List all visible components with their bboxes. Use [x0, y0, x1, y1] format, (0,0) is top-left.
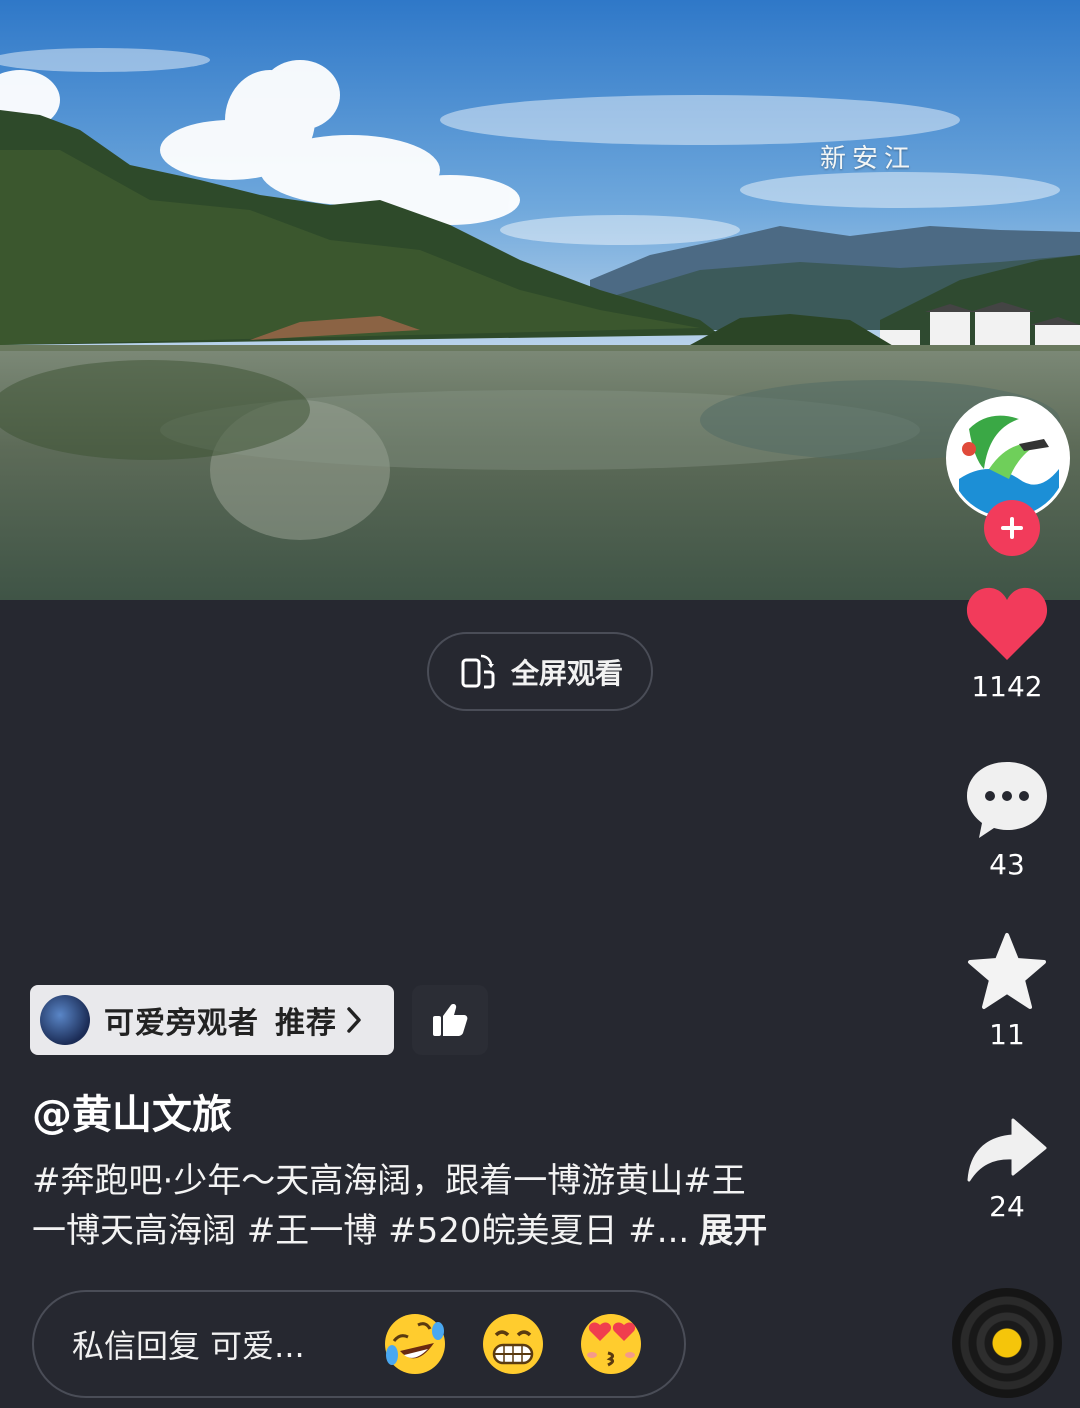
author-avatar-wrapper [946, 396, 1070, 556]
recommend-like-button[interactable] [412, 985, 488, 1055]
expand-button[interactable]: 展开 [699, 1211, 767, 1251]
grin-emoji[interactable] [480, 1311, 546, 1377]
share-button[interactable]: 24 [940, 1116, 1074, 1223]
rolling-laugh-emoji[interactable] [382, 1311, 448, 1377]
plus-icon [1001, 517, 1023, 539]
description-line-2-wrap: 一博天高海阔 #王一博 #520皖美夏日 #... 展开 [32, 1206, 852, 1256]
private-reply-box[interactable]: 私信回复 可爱... [32, 1290, 686, 1398]
comment-bubble-icon [967, 762, 1047, 838]
fullscreen-button[interactable]: 全屏观看 [427, 632, 653, 711]
reply-placeholder[interactable]: 私信回复 可爱... [72, 1321, 350, 1367]
thumbs-up-icon [433, 1004, 468, 1036]
chevron-right-icon [347, 1007, 361, 1033]
video-player[interactable]: 新安江 [0, 0, 1080, 600]
like-count: 1142 [971, 670, 1043, 703]
author-name[interactable]: @黄山文旅 [32, 1082, 232, 1140]
recommend-chip[interactable]: 可爱旁观者 推荐 [30, 985, 394, 1055]
share-count: 24 [989, 1190, 1025, 1223]
description-line-2: 一博天高海阔 #王一博 #520皖美夏日 #... [32, 1211, 690, 1251]
rotate-phone-icon [461, 654, 495, 688]
follow-button[interactable] [984, 500, 1040, 556]
like-button[interactable]: 1142 [940, 586, 1074, 703]
star-icon [968, 933, 1046, 1009]
side-action-rail: 1142 43 11 24 [940, 390, 1074, 1400]
post-description: #奔跑吧·少年～天高海阔，跟着一博游黄山#王 一博天高海阔 #王一博 #520皖… [32, 1156, 852, 1256]
landscape-video-frame [0, 0, 1080, 600]
fullscreen-label: 全屏观看 [510, 656, 623, 690]
comment-button[interactable]: 43 [940, 758, 1074, 881]
video-caption: 新安江 [820, 144, 917, 174]
recommender-avatar [40, 995, 90, 1045]
heart-eyes-kiss-emoji[interactable] [578, 1311, 644, 1377]
music-disc-icon[interactable] [952, 1288, 1062, 1398]
comment-count: 43 [989, 848, 1025, 881]
favorite-count: 11 [989, 1018, 1025, 1051]
share-arrow-icon [967, 1118, 1047, 1182]
recommend-label: 推荐 [275, 1006, 337, 1041]
description-line-1: #奔跑吧·少年～天高海阔，跟着一博游黄山#王 [32, 1161, 746, 1201]
recommender-name: 可爱旁观者 [104, 1006, 259, 1041]
favorite-button[interactable]: 11 [940, 932, 1074, 1051]
heart-icon [966, 587, 1048, 660]
